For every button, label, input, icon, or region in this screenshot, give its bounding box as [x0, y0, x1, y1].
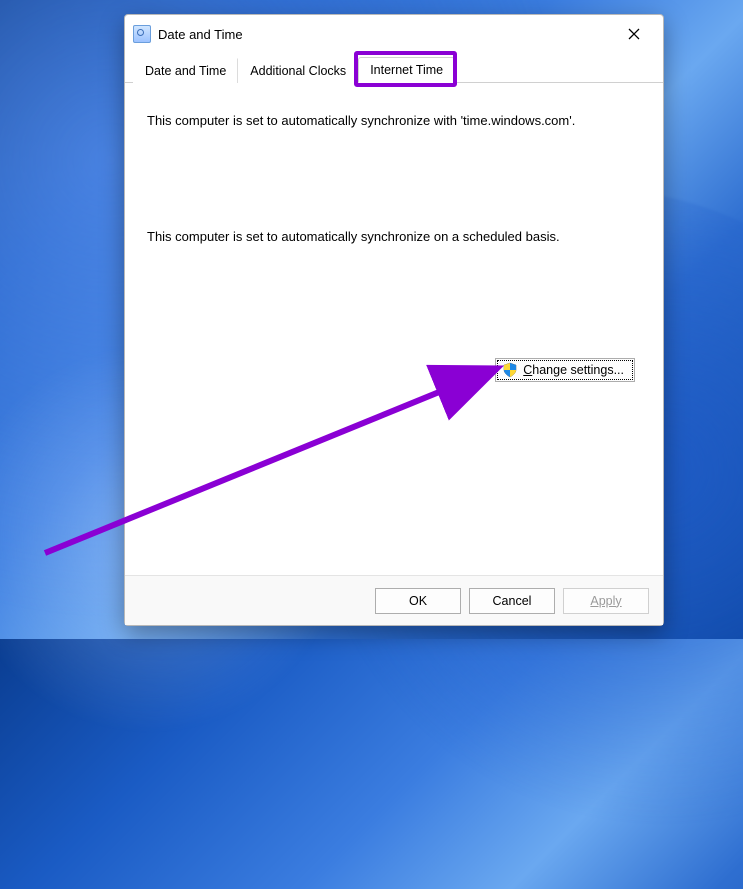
window-title: Date and Time — [158, 27, 243, 42]
change-settings-button[interactable]: Change settings... — [495, 358, 635, 382]
tab-content: This computer is set to automatically sy… — [125, 83, 663, 575]
tab-internet-time[interactable]: Internet Time — [358, 57, 455, 83]
change-settings-label: Change settings... — [523, 363, 624, 377]
cancel-button[interactable]: Cancel — [469, 588, 555, 614]
dialog-footer: OK Cancel Apply — [125, 575, 663, 625]
date-time-icon — [133, 25, 151, 43]
apply-button: Apply — [563, 588, 649, 614]
close-button[interactable] — [611, 19, 657, 49]
ok-button[interactable]: OK — [375, 588, 461, 614]
titlebar: Date and Time — [125, 15, 663, 53]
sync-message: This computer is set to automatically sy… — [147, 111, 607, 131]
close-icon — [628, 28, 640, 40]
tab-date-and-time[interactable]: Date and Time — [133, 58, 238, 83]
uac-shield-icon — [502, 362, 518, 378]
tab-additional-clocks[interactable]: Additional Clocks — [238, 58, 358, 83]
tabstrip: Date and Time Additional Clocks Internet… — [125, 53, 663, 83]
schedule-message: This computer is set to automatically sy… — [147, 227, 607, 247]
date-time-dialog: Date and Time Date and Time Additional C… — [124, 14, 664, 626]
